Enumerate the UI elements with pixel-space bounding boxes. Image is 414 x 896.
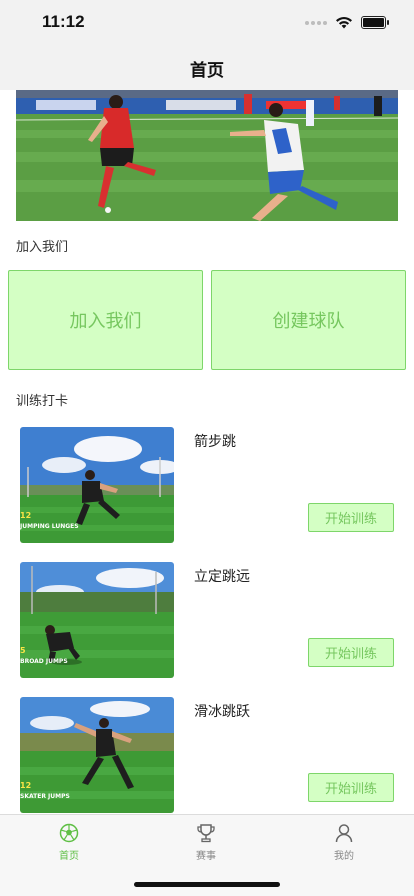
soccer-ball-icon (59, 823, 79, 843)
training-card: 12 JUMPING LUNGES 箭步跳 开始训练 (20, 427, 394, 543)
training-title: 立定跳远 (194, 569, 250, 585)
tab-events[interactable]: 赛事 (166, 823, 246, 862)
start-training-button[interactable]: 开始训练 (308, 503, 394, 532)
start-training-button[interactable]: 开始训练 (308, 638, 394, 667)
training-card: 5 BROAD JUMPS 立定跳远 开始训练 (20, 562, 394, 678)
training-card: 12 SKATER JUMPS 滑冰跳跃 开始训练 (20, 697, 394, 813)
user-icon (335, 824, 353, 843)
tab-profile[interactable]: 我的 (304, 823, 384, 862)
battery-icon (361, 16, 389, 29)
thumbnail-caption-number: 12 (20, 511, 32, 520)
wifi-icon (336, 16, 352, 29)
tab-label: 我的 (334, 851, 354, 862)
status-bar: 11:12 (0, 0, 414, 46)
start-training-button[interactable]: 开始训练 (308, 773, 394, 802)
thumbnail-caption-number: 5 (20, 646, 26, 655)
section-title-training: 训练打卡 (16, 394, 69, 409)
thumbnail-caption: JUMPING LUNGES (20, 523, 79, 530)
training-title: 滑冰跳跃 (194, 704, 250, 720)
training-thumbnail[interactable]: 5 BROAD JUMPS (20, 562, 174, 678)
join-us-button[interactable]: 加入我们 (8, 270, 203, 370)
training-thumbnail[interactable]: 12 SKATER JUMPS (20, 697, 174, 813)
training-title: 箭步跳 (194, 434, 236, 450)
section-title-join: 加入我们 (16, 240, 69, 255)
cellular-signal-icon (305, 20, 327, 25)
tab-home[interactable]: 首页 (29, 823, 109, 862)
create-team-button[interactable]: 创建球队 (211, 270, 406, 370)
navigation-bar: 首页 (0, 46, 414, 90)
tab-label: 首页 (59, 851, 79, 862)
page-title: 首页 (190, 60, 224, 81)
training-thumbnail[interactable]: 12 JUMPING LUNGES (20, 427, 174, 543)
banner-image[interactable] (16, 90, 398, 221)
thumbnail-caption-number: 12 (20, 781, 32, 790)
thumbnail-caption: SKATER JUMPS (20, 793, 70, 800)
trophy-icon (197, 824, 215, 843)
thumbnail-caption: BROAD JUMPS (20, 658, 68, 665)
home-indicator[interactable] (134, 882, 280, 887)
status-time: 11:12 (42, 12, 85, 31)
tab-label: 赛事 (196, 851, 216, 862)
status-icons (305, 16, 389, 29)
